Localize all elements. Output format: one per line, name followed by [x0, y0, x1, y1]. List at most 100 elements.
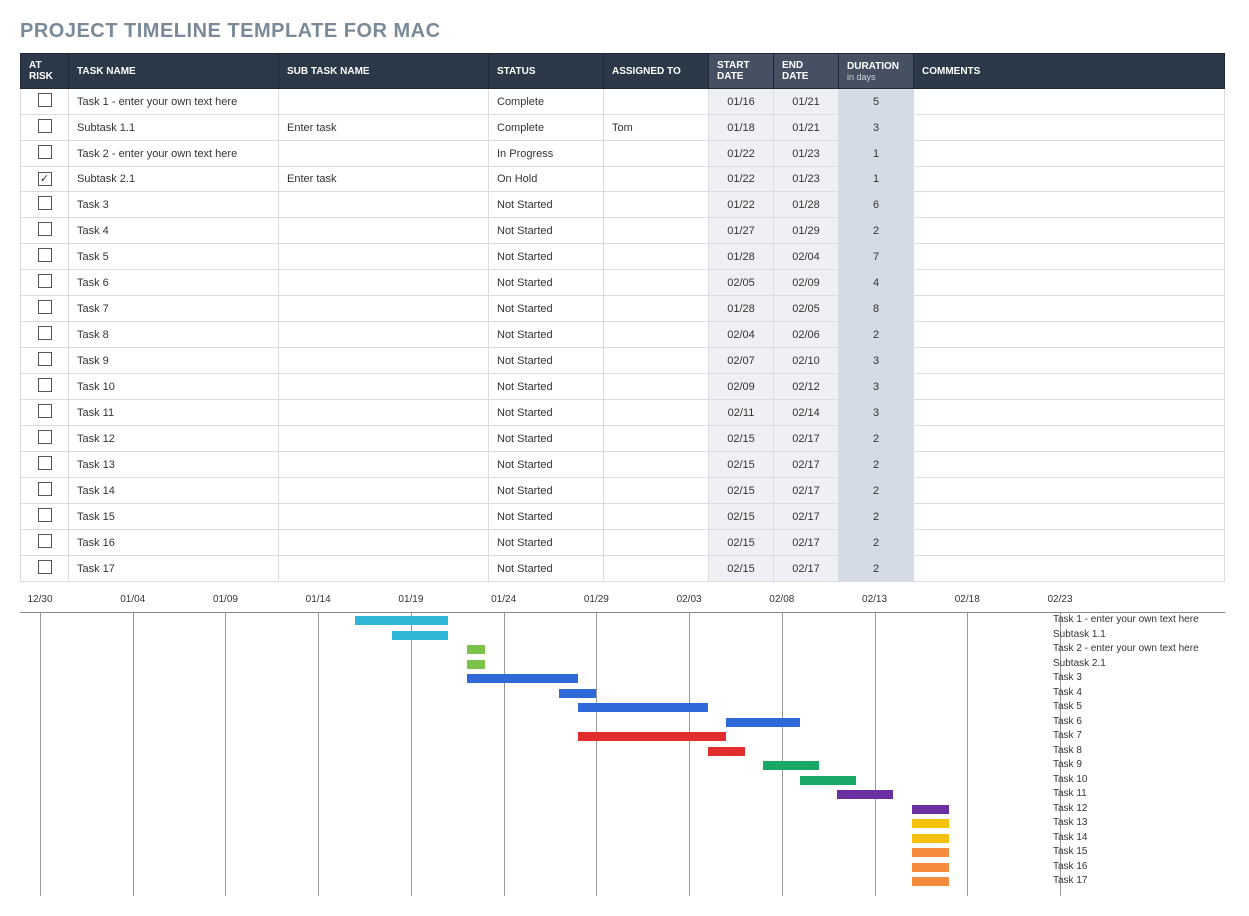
cell-duration[interactable]: 3 — [839, 374, 914, 400]
cell-sub-task[interactable] — [279, 192, 489, 218]
cell-duration[interactable]: 2 — [839, 426, 914, 452]
cell-assigned[interactable]: Tom — [604, 115, 709, 141]
cell-duration[interactable]: 2 — [839, 556, 914, 582]
cell-assigned[interactable] — [604, 348, 709, 374]
cell-end-date[interactable]: 02/17 — [774, 452, 839, 478]
cell-task-name[interactable]: Task 3 — [69, 192, 279, 218]
at-risk-checkbox[interactable] — [38, 404, 52, 418]
cell-end-date[interactable]: 02/17 — [774, 556, 839, 582]
cell-duration[interactable]: 5 — [839, 89, 914, 115]
at-risk-checkbox[interactable] — [38, 378, 52, 392]
cell-status[interactable]: Not Started — [489, 244, 604, 270]
cell-start-date[interactable]: 01/22 — [709, 167, 774, 192]
cell-task-name[interactable]: Task 7 — [69, 296, 279, 322]
cell-duration[interactable]: 8 — [839, 296, 914, 322]
cell-assigned[interactable] — [604, 400, 709, 426]
cell-task-name[interactable]: Subtask 2.1 — [69, 167, 279, 192]
cell-sub-task[interactable] — [279, 218, 489, 244]
cell-end-date[interactable]: 02/05 — [774, 296, 839, 322]
cell-sub-task[interactable] — [279, 141, 489, 167]
cell-end-date[interactable]: 02/17 — [774, 426, 839, 452]
at-risk-checkbox[interactable]: ✓ — [38, 172, 52, 186]
cell-sub-task[interactable] — [279, 530, 489, 556]
cell-sub-task[interactable] — [279, 556, 489, 582]
cell-start-date[interactable]: 02/11 — [709, 400, 774, 426]
cell-start-date[interactable]: 02/15 — [709, 426, 774, 452]
cell-end-date[interactable]: 02/06 — [774, 322, 839, 348]
cell-start-date[interactable]: 02/09 — [709, 374, 774, 400]
cell-status[interactable]: Not Started — [489, 192, 604, 218]
cell-assigned[interactable] — [604, 478, 709, 504]
cell-start-date[interactable]: 01/27 — [709, 218, 774, 244]
at-risk-checkbox[interactable] — [38, 119, 52, 133]
cell-duration[interactable]: 2 — [839, 218, 914, 244]
cell-task-name[interactable]: Task 16 — [69, 530, 279, 556]
cell-assigned[interactable] — [604, 374, 709, 400]
cell-duration[interactable]: 1 — [839, 141, 914, 167]
cell-task-name[interactable]: Task 6 — [69, 270, 279, 296]
cell-comments[interactable] — [914, 504, 1225, 530]
at-risk-checkbox[interactable] — [38, 145, 52, 159]
cell-task-name[interactable]: Task 13 — [69, 452, 279, 478]
cell-start-date[interactable]: 01/22 — [709, 141, 774, 167]
cell-assigned[interactable] — [604, 452, 709, 478]
cell-task-name[interactable]: Task 8 — [69, 322, 279, 348]
cell-assigned[interactable] — [604, 89, 709, 115]
cell-task-name[interactable]: Task 12 — [69, 426, 279, 452]
cell-task-name[interactable]: Task 4 — [69, 218, 279, 244]
cell-status[interactable]: On Hold — [489, 167, 604, 192]
cell-start-date[interactable]: 02/15 — [709, 504, 774, 530]
cell-task-name[interactable]: Task 15 — [69, 504, 279, 530]
at-risk-checkbox[interactable] — [38, 274, 52, 288]
cell-sub-task[interactable] — [279, 296, 489, 322]
at-risk-checkbox[interactable] — [38, 508, 52, 522]
cell-assigned[interactable] — [604, 270, 709, 296]
at-risk-checkbox[interactable] — [38, 430, 52, 444]
cell-status[interactable]: Not Started — [489, 296, 604, 322]
cell-comments[interactable] — [914, 322, 1225, 348]
cell-task-name[interactable]: Task 17 — [69, 556, 279, 582]
cell-task-name[interactable]: Task 11 — [69, 400, 279, 426]
cell-sub-task[interactable] — [279, 426, 489, 452]
cell-duration[interactable]: 4 — [839, 270, 914, 296]
at-risk-checkbox[interactable] — [38, 560, 52, 574]
cell-task-name[interactable]: Task 14 — [69, 478, 279, 504]
cell-duration[interactable]: 3 — [839, 400, 914, 426]
cell-sub-task[interactable] — [279, 348, 489, 374]
cell-duration[interactable]: 2 — [839, 504, 914, 530]
cell-assigned[interactable] — [604, 244, 709, 270]
cell-sub-task[interactable] — [279, 400, 489, 426]
cell-comments[interactable] — [914, 89, 1225, 115]
cell-start-date[interactable]: 02/04 — [709, 322, 774, 348]
cell-status[interactable]: Not Started — [489, 218, 604, 244]
cell-end-date[interactable]: 01/28 — [774, 192, 839, 218]
cell-end-date[interactable]: 02/09 — [774, 270, 839, 296]
cell-comments[interactable] — [914, 218, 1225, 244]
cell-assigned[interactable] — [604, 426, 709, 452]
cell-status[interactable]: Not Started — [489, 322, 604, 348]
cell-end-date[interactable]: 01/23 — [774, 141, 839, 167]
at-risk-checkbox[interactable] — [38, 248, 52, 262]
cell-end-date[interactable]: 02/17 — [774, 530, 839, 556]
cell-sub-task[interactable] — [279, 270, 489, 296]
cell-status[interactable]: Not Started — [489, 426, 604, 452]
cell-status[interactable]: Not Started — [489, 374, 604, 400]
cell-start-date[interactable]: 01/22 — [709, 192, 774, 218]
at-risk-checkbox[interactable] — [38, 456, 52, 470]
cell-comments[interactable] — [914, 556, 1225, 582]
cell-status[interactable]: Not Started — [489, 270, 604, 296]
at-risk-checkbox[interactable] — [38, 93, 52, 107]
cell-start-date[interactable]: 02/15 — [709, 452, 774, 478]
cell-duration[interactable]: 1 — [839, 167, 914, 192]
cell-status[interactable]: Not Started — [489, 556, 604, 582]
cell-comments[interactable] — [914, 530, 1225, 556]
cell-duration[interactable]: 3 — [839, 115, 914, 141]
cell-task-name[interactable]: Task 1 - enter your own text here — [69, 89, 279, 115]
cell-duration[interactable]: 2 — [839, 478, 914, 504]
cell-task-name[interactable]: Subtask 1.1 — [69, 115, 279, 141]
cell-start-date[interactable]: 01/28 — [709, 244, 774, 270]
cell-comments[interactable] — [914, 452, 1225, 478]
cell-end-date[interactable]: 01/21 — [774, 115, 839, 141]
cell-status[interactable]: Complete — [489, 115, 604, 141]
cell-status[interactable]: Not Started — [489, 530, 604, 556]
